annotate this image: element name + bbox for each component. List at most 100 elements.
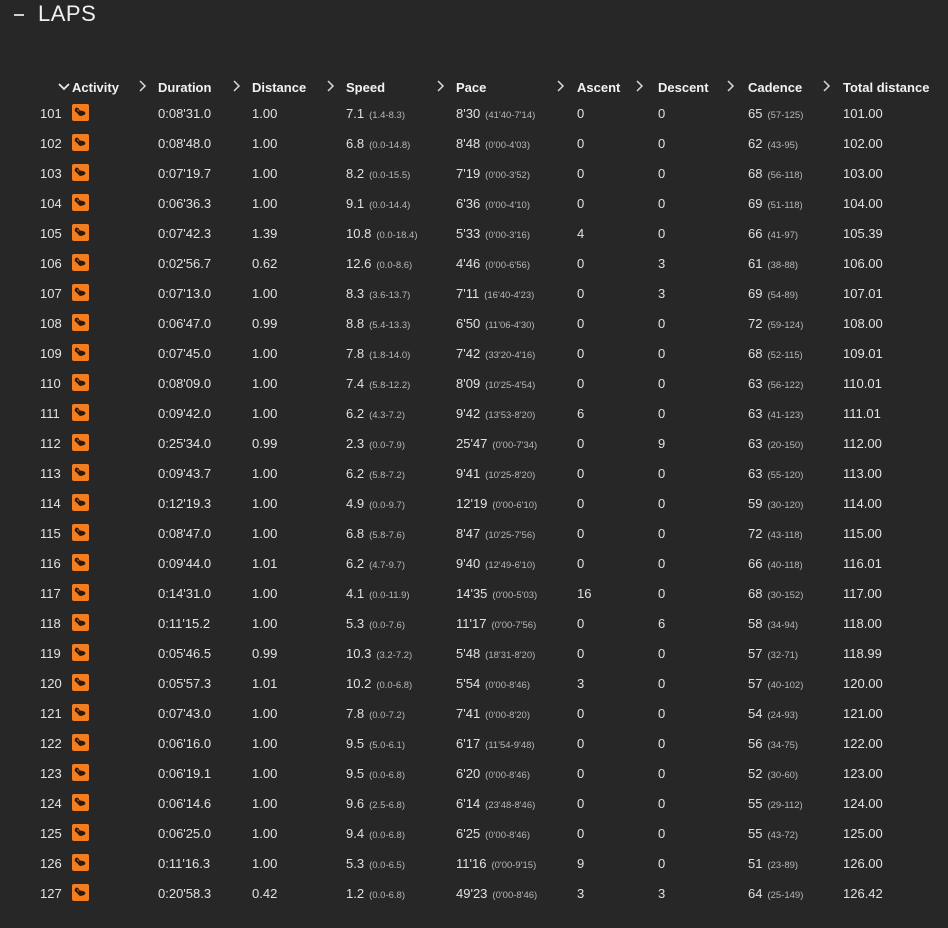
table-row[interactable]: 116 0:09'44.0 1.01 6.2 (4.7-9.7) 9'40 (12'49-6…	[40, 548, 948, 578]
running-shoe-icon[interactable]	[72, 764, 89, 782]
running-shoe-icon[interactable]	[72, 674, 89, 692]
column-header-activity[interactable]: Activity	[72, 76, 158, 98]
activity-cell[interactable]	[72, 428, 158, 458]
running-shoe-icon[interactable]	[72, 824, 89, 842]
activity-cell[interactable]	[72, 848, 158, 878]
chevron-down-icon[interactable]	[58, 81, 70, 93]
running-shoe-icon[interactable]	[72, 884, 89, 902]
column-header-distance[interactable]: Distance	[252, 76, 346, 98]
activity-cell[interactable]	[72, 548, 158, 578]
running-shoe-icon[interactable]	[72, 224, 89, 242]
running-shoe-icon[interactable]	[72, 584, 89, 602]
activity-cell[interactable]	[72, 188, 158, 218]
running-shoe-icon[interactable]	[72, 524, 89, 542]
activity-cell[interactable]	[72, 158, 158, 188]
table-row[interactable]: 107 0:07'13.0 1.00 8.3 (3.6-13.7) 7'11 (16'40-…	[40, 278, 948, 308]
chevron-right-icon[interactable]	[820, 80, 832, 92]
column-header-descent[interactable]: Descent	[658, 76, 748, 98]
column-header-total-distance[interactable]: Total distance	[843, 76, 948, 98]
column-header-pace[interactable]: Pace	[456, 76, 577, 98]
running-shoe-icon[interactable]	[72, 794, 89, 812]
table-row[interactable]: 122 0:06'16.0 1.00 9.5 (5.0-6.1) 6'17 (11'54-9…	[40, 728, 948, 758]
column-header-ascent[interactable]: Ascent	[577, 76, 658, 98]
table-row[interactable]: 124 0:06'14.6 1.00 9.6 (2.5-6.8) 6'14 (23'48-8…	[40, 788, 948, 818]
activity-cell[interactable]	[72, 458, 158, 488]
running-shoe-icon[interactable]	[72, 374, 89, 392]
table-row[interactable]: 117 0:14'31.0 1.00 4.1 (0.0-11.9) 14'35 (0'00-…	[40, 578, 948, 608]
running-shoe-icon[interactable]	[72, 854, 89, 872]
running-shoe-icon[interactable]	[72, 104, 89, 122]
activity-cell[interactable]	[72, 98, 158, 128]
running-shoe-icon[interactable]	[72, 644, 89, 662]
activity-cell[interactable]	[72, 218, 158, 248]
table-row[interactable]: 106 0:02'56.7 0.62 12.6 (0.0-8.6) 4'46 (0'00-6…	[40, 248, 948, 278]
table-row[interactable]: 105 0:07'42.3 1.39 10.8 (0.0-18.4) 5'33 (0'00-…	[40, 218, 948, 248]
table-row[interactable]: 119 0:05'46.5 0.99 10.3 (3.2-7.2) 5'48 (18'31-…	[40, 638, 948, 668]
table-row[interactable]: 102 0:08'48.0 1.00 6.8 (0.0-14.8) 8'48 (0'00-4…	[40, 128, 948, 158]
running-shoe-icon[interactable]	[72, 614, 89, 632]
table-row[interactable]: 109 0:07'45.0 1.00 7.8 (1.8-14.0) 7'42 (33'20-…	[40, 338, 948, 368]
table-row[interactable]: 123 0:06'19.1 1.00 9.5 (0.0-6.8) 6'20 (0'00-8'…	[40, 758, 948, 788]
table-row[interactable]: 110 0:08'09.0 1.00 7.4 (5.8-12.2) 8'09 (10'25-…	[40, 368, 948, 398]
column-header-duration[interactable]: Duration	[158, 76, 252, 98]
column-header-cadence[interactable]: Cadence	[748, 76, 843, 98]
running-shoe-icon[interactable]	[72, 284, 89, 302]
activity-cell[interactable]	[72, 698, 158, 728]
running-shoe-icon[interactable]	[72, 134, 89, 152]
activity-cell[interactable]	[72, 338, 158, 368]
chevron-right-icon[interactable]	[554, 80, 566, 92]
collapse-icon[interactable]	[14, 14, 24, 16]
chevron-right-icon[interactable]	[136, 80, 148, 92]
table-row[interactable]: 112 0:25'34.0 0.99 2.3 (0.0-7.9) 25'47 (0'00-7…	[40, 428, 948, 458]
table-row[interactable]: 101 0:08'31.0 1.00 7.1 (1.4-8.3) 8'30 (41'40-7…	[40, 98, 948, 128]
table-row[interactable]: 114 0:12'19.3 1.00 4.9 (0.0-9.7) 12'19 (0'00-6…	[40, 488, 948, 518]
activity-cell[interactable]	[72, 818, 158, 848]
table-row[interactable]: 113 0:09'43.7 1.00 6.2 (5.8-7.2) 9'41 (10'25-8…	[40, 458, 948, 488]
activity-cell[interactable]	[72, 878, 158, 908]
table-row[interactable]: 126 0:11'16.3 1.00 5.3 (0.0-6.5) 11'16 (0'00-9…	[40, 848, 948, 878]
running-shoe-icon[interactable]	[72, 164, 89, 182]
table-row[interactable]: 115 0:08'47.0 1.00 6.8 (5.8-7.6) 8'47 (10'25-7…	[40, 518, 948, 548]
activity-cell[interactable]	[72, 278, 158, 308]
chevron-right-icon[interactable]	[434, 80, 446, 92]
activity-cell[interactable]	[72, 398, 158, 428]
activity-cell[interactable]	[72, 758, 158, 788]
activity-cell[interactable]	[72, 788, 158, 818]
table-row[interactable]: 104 0:06'36.3 1.00 9.1 (0.0-14.4) 6'36 (0'00-4…	[40, 188, 948, 218]
table-row[interactable]: 108 0:06'47.0 0.99 8.8 (5.4-13.3) 6'50 (11'06-…	[40, 308, 948, 338]
activity-cell[interactable]	[72, 728, 158, 758]
running-shoe-icon[interactable]	[72, 404, 89, 422]
activity-cell[interactable]	[72, 488, 158, 518]
table-row[interactable]: 127 0:20'58.3 0.42 1.2 (0.0-6.8) 49'23 (0'00-8…	[40, 878, 948, 908]
activity-cell[interactable]	[72, 668, 158, 698]
running-shoe-icon[interactable]	[72, 194, 89, 212]
chevron-right-icon[interactable]	[724, 80, 736, 92]
activity-cell[interactable]	[72, 518, 158, 548]
table-row[interactable]: 125 0:06'25.0 1.00 9.4 (0.0-6.8) 6'25 (0'00-8'…	[40, 818, 948, 848]
running-shoe-icon[interactable]	[72, 494, 89, 512]
running-shoe-icon[interactable]	[72, 704, 89, 722]
table-row[interactable]: 111 0:09'42.0 1.00 6.2 (4.3-7.2) 9'42 (13'53-8…	[40, 398, 948, 428]
table-row[interactable]: 103 0:07'19.7 1.00 8.2 (0.0-15.5) 7'19 (0'00-3…	[40, 158, 948, 188]
chevron-right-icon[interactable]	[633, 80, 645, 92]
running-shoe-icon[interactable]	[72, 434, 89, 452]
chevron-right-icon[interactable]	[324, 80, 336, 92]
chevron-right-icon[interactable]	[230, 80, 242, 92]
table-row[interactable]: 120 0:05'57.3 1.01 10.2 (0.0-6.8) 5'54 (0'00-8…	[40, 668, 948, 698]
table-row[interactable]: 121 0:07'43.0 1.00 7.8 (0.0-7.2) 7'41 (0'00-8'…	[40, 698, 948, 728]
running-shoe-icon[interactable]	[72, 464, 89, 482]
running-shoe-icon[interactable]	[72, 254, 89, 272]
activity-cell[interactable]	[72, 578, 158, 608]
column-header-speed[interactable]: Speed	[346, 76, 456, 98]
running-shoe-icon[interactable]	[72, 554, 89, 572]
running-shoe-icon[interactable]	[72, 734, 89, 752]
activity-cell[interactable]	[72, 368, 158, 398]
laps-section-header[interactable]: LAPS	[14, 0, 96, 28]
expand-column-header[interactable]	[40, 76, 72, 98]
activity-cell[interactable]	[72, 128, 158, 158]
running-shoe-icon[interactable]	[72, 314, 89, 332]
activity-cell[interactable]	[72, 308, 158, 338]
activity-cell[interactable]	[72, 638, 158, 668]
table-row[interactable]: 118 0:11'15.2 1.00 5.3 (0.0-7.6) 11'17 (0'00-7…	[40, 608, 948, 638]
activity-cell[interactable]	[72, 248, 158, 278]
